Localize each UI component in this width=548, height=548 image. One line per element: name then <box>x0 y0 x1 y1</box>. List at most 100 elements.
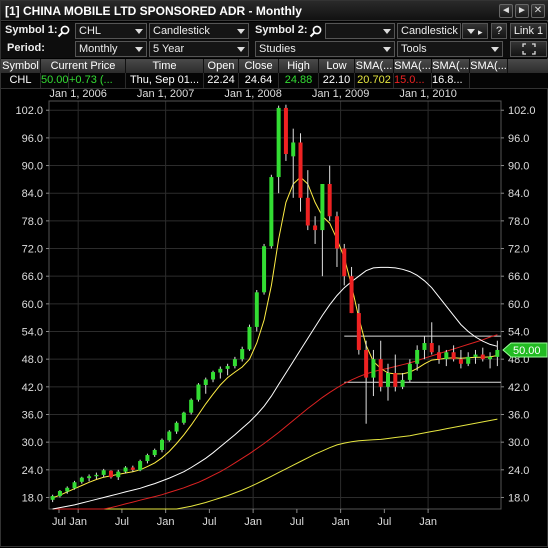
header-open: Open <box>204 59 239 73</box>
candle-body <box>247 326 252 350</box>
price-chart[interactable]: Jan 1, 2006 Jan 1, 2007 Jan 1, 2008 Jan 1, … <box>1 89 548 548</box>
candle-body <box>72 482 77 489</box>
candle <box>422 336 427 360</box>
header-high: High <box>279 59 319 73</box>
header-symbol: Symbol <box>1 59 41 73</box>
style2-dropdown-button[interactable]: ▸ <box>462 23 488 39</box>
symbol-toolbar: Symbol 1: CHL Candlestick Symbol 2: Cand… <box>1 22 548 40</box>
expand-icon <box>521 43 536 55</box>
candle <box>159 438 165 453</box>
chart-style1-select[interactable]: Candlestick <box>149 23 249 39</box>
search-icon[interactable] <box>309 25 322 38</box>
candle-body <box>65 487 70 492</box>
symbol1-input[interactable]: CHL <box>75 23 147 39</box>
quote-row[interactable]: CHL 50.00 +0.73 (... Thu, Sep 01... 22.2… <box>1 73 548 89</box>
chevron-down-icon <box>383 29 391 34</box>
candle-body <box>167 431 172 441</box>
tools-select[interactable]: Tools <box>397 41 503 57</box>
x-top-label: Jan 1, 2006 <box>49 89 107 100</box>
candle <box>415 345 420 371</box>
candle-body <box>313 225 318 231</box>
candle <box>247 324 252 351</box>
scroll-left-button[interactable]: ◄ <box>499 4 513 18</box>
quote-change: +0.73 (... <box>69 73 126 88</box>
link-button[interactable]: Link 1 <box>510 23 547 39</box>
candle-body <box>429 343 434 353</box>
candle-body <box>211 372 216 380</box>
y-tick-label: 18.0 <box>508 492 529 504</box>
candle-body <box>298 142 303 198</box>
y-tick-label: 66.0 <box>22 271 43 283</box>
candle-body <box>101 470 106 475</box>
candle <box>451 345 456 362</box>
candle-body <box>181 412 186 423</box>
candle-body <box>437 352 442 360</box>
candle <box>181 411 186 425</box>
period-select[interactable]: Monthly <box>75 41 147 57</box>
candle-body <box>305 197 310 226</box>
chevron-down-icon <box>237 47 245 52</box>
symbol1-value: CHL <box>79 25 102 37</box>
symbol2-input[interactable] <box>325 23 395 39</box>
candle-body <box>291 142 296 157</box>
header-close: Close <box>239 59 279 73</box>
y-tick-label: 36.0 <box>22 409 43 421</box>
candle-body <box>371 359 376 378</box>
header-sma-4: SMA(... <box>470 59 508 73</box>
expand-button[interactable] <box>510 41 547 57</box>
candle-body <box>320 183 325 231</box>
candle-body <box>385 373 391 387</box>
period-label: Period: <box>7 42 45 54</box>
title-bar[interactable]: [1] CHINA MOBILE LTD SPONSORED ADR - Mon… <box>1 1 548 21</box>
y-tick-label: 78.0 <box>22 216 43 228</box>
x-bottom-label: Jul <box>202 516 216 528</box>
candle <box>385 363 391 401</box>
candle-body <box>218 368 223 373</box>
x-bottom-label: Jul <box>115 516 129 528</box>
x-bottom-label: Jul <box>290 516 304 528</box>
close-button[interactable]: ✕ <box>531 4 545 18</box>
candle <box>429 322 434 355</box>
candle <box>400 373 405 390</box>
bottom-date-axis: Jul Jan Jul Jan Jul Jan Jul Jan Jul Jan <box>52 509 437 528</box>
range-select[interactable]: 5 Year <box>149 41 249 57</box>
x-top-label: Jan 1, 2007 <box>137 89 195 100</box>
candle-body <box>189 399 194 413</box>
search-icon[interactable] <box>57 25 70 38</box>
y-tick-label: 84.0 <box>508 188 529 200</box>
candle <box>189 398 194 415</box>
y-tick-label: 30.0 <box>508 437 529 449</box>
y-tick-label: 90.0 <box>508 161 529 173</box>
candle <box>305 170 310 231</box>
help-button[interactable]: ? <box>491 23 507 39</box>
plot-area <box>48 100 502 510</box>
candle-body <box>364 349 369 378</box>
candle-body <box>240 349 245 360</box>
candle-body <box>488 356 493 360</box>
right-price-axis: 102.096.090.084.078.072.066.060.054.048.… <box>501 105 536 504</box>
candle <box>167 430 172 442</box>
candle <box>334 211 339 267</box>
candle <box>444 349 449 367</box>
y-tick-label: 96.0 <box>508 133 529 145</box>
candle <box>342 243 347 286</box>
y-tick-label: 96.0 <box>22 133 43 145</box>
scroll-right-button[interactable]: ► <box>515 4 529 18</box>
candle-body <box>400 379 405 387</box>
candle <box>371 349 376 397</box>
candle <box>79 476 84 484</box>
quote-sma-1: 20.702 <box>355 73 394 88</box>
candle <box>488 352 493 369</box>
y-tick-label: 102.0 <box>15 105 43 117</box>
header-sma-1: SMA(... <box>355 59 394 73</box>
candle-body <box>334 216 339 249</box>
chart-style2-select[interactable]: Candlestick <box>397 23 461 39</box>
candle-body <box>495 349 500 357</box>
candle-body <box>356 313 361 350</box>
candle <box>378 340 383 392</box>
x-bottom-label: Jan <box>69 516 87 528</box>
studies-select[interactable]: Studies <box>255 41 395 57</box>
candle-body <box>123 467 128 472</box>
y-tick-label: 66.0 <box>508 271 529 283</box>
candle-body <box>57 491 62 497</box>
